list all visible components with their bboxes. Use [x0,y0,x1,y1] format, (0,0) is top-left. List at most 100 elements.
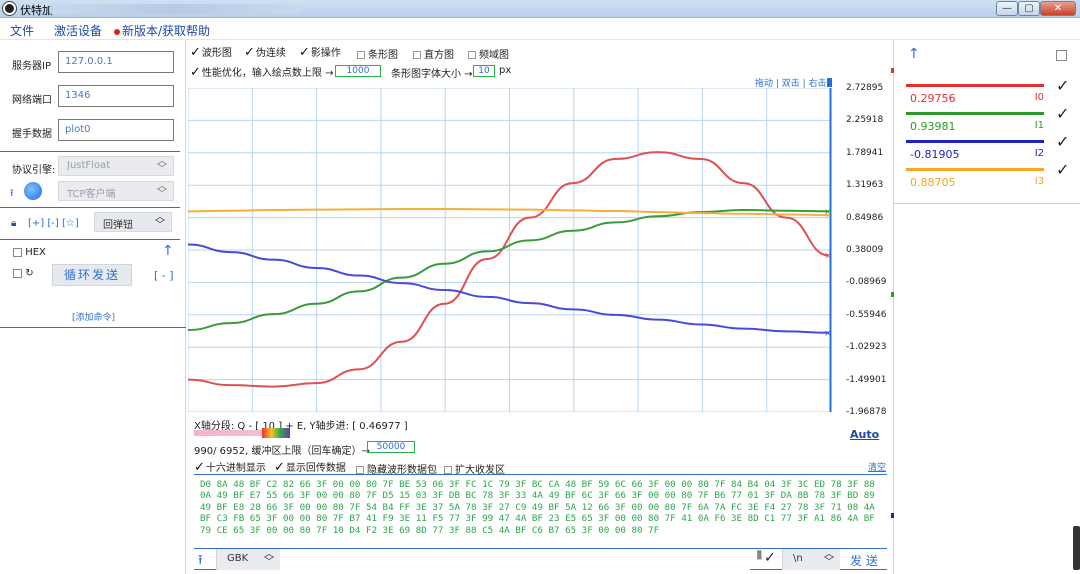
freq-domain-checkbox[interactable] [468,51,476,59]
legend-visibility-check-icon[interactable]: ✓ [1056,160,1069,179]
shadow-op-label: 影操作 [310,48,341,59]
px-label: px [499,65,512,76]
receive-data-area[interactable]: D0 8A 48 BF C2 82 66 3F 00 00 80 7F BE 5… [194,474,887,546]
connection-mode-select[interactable]: TCP客户端 ︿ ﹀ [58,181,174,201]
buffer-info: 990/ 6952, 缓冲区上限（回车确定）→ [194,446,370,457]
app-window: 伏特加 — ▢ ✕ 文件 激活设备 新版本/获取帮助 服务器IP 127.0.0… [0,0,1080,574]
menu-activate-device[interactable]: 激活设备 [54,22,102,39]
minimize-button[interactable]: — [996,1,1018,16]
y-tick-label: 2.72895 [846,83,884,93]
select-arrows-icon: ︿ ﹀ [157,181,167,200]
legend-visibility-check-icon[interactable]: ✓ [1056,76,1069,95]
hex-display-option[interactable]: ✓十六进制显示 [194,459,266,475]
plot-scroll-handle[interactable] [827,78,832,87]
send-input[interactable] [280,549,750,570]
send-check-icon[interactable]: ✓ [764,550,776,566]
waveform-chart[interactable]: ×××× [188,88,833,412]
legend-item[interactable]: 0.88705 I3 [906,168,1044,198]
remove-command-link[interactable]: [ - ] [154,269,174,282]
waveform-option[interactable]: ✓波形图 [190,44,232,60]
buffer-limit-value: 50000 [367,441,415,453]
server-ip-input[interactable]: 127.0.0.1 [58,51,174,73]
check-icon: ✓ [274,460,285,475]
port-label: 网络端口 [12,95,52,106]
select-arrows-icon: ︿ ﹀ [157,156,167,175]
freq-domain-option[interactable]: 频域图 [468,46,509,61]
perf-opt-label: 性能优化，输入绘点数上限 → [201,68,334,79]
perf-opt-option[interactable]: ✓性能优化，输入绘点数上限 → [190,64,333,80]
menu-update-help[interactable]: 新版本/获取帮助 [114,22,210,39]
lock-icon[interactable]: 🔒︎ [11,218,16,229]
bar-chart-checkbox[interactable] [357,51,365,59]
connect-arrow-icon[interactable]: ⭱ [10,186,14,203]
loop-send-button[interactable]: 循环发送 [52,264,132,286]
side-widget[interactable] [1073,526,1080,570]
perf-limit-value: 1000 [335,65,381,77]
series-end-marker-i0: × [824,252,832,262]
menu-bar: 文件 激活设备 新版本/获取帮助 [0,18,1080,40]
server-ip-label: 服务器IP [12,61,51,72]
legend-value: 0.93981 [910,120,956,133]
bar-chart-option[interactable]: 条形图 [357,46,398,61]
pseudo-continuous-option[interactable]: ✓伪连续 [244,44,286,60]
upload-icon[interactable]: ⭱ [198,551,203,573]
bar-font-label: 条形图字体大小 → [391,69,473,80]
series-end-marker-i2: × [824,329,832,339]
command-group-links[interactable]: [+] [-] [☆] [28,218,79,229]
splitter-handle[interactable]: ▮ [756,547,763,561]
blurred-title-region [50,4,300,14]
channel-marker-blue [891,513,894,518]
y-tick-label: -1.49901 [846,374,887,385]
menu-file[interactable]: 文件 [10,22,34,39]
encoding-value: GBK [227,553,249,564]
legend-visibility-check-icon[interactable]: ✓ [1056,104,1069,123]
legend-color-line [906,112,1044,115]
legend-color-line [906,168,1044,171]
legend-item[interactable]: -0.81905 I2 [906,140,1044,170]
legend-item[interactable]: 0.29756 I0 [906,84,1044,114]
hex-checkbox-row[interactable]: HEX [13,247,46,258]
legend-item[interactable]: 0.93981 I1 [906,112,1044,142]
expand-area-checkbox[interactable] [444,466,452,474]
bar-font-size-input[interactable]: 10 [473,65,495,77]
send-button[interactable]: 发 送 [850,552,878,569]
handshake-input[interactable]: plot0 [58,119,174,141]
y-tick-label: 1.78941 [846,147,884,158]
histogram-checkbox[interactable] [413,51,421,59]
checkbox[interactable] [1056,49,1067,61]
clear-link[interactable]: 清空 [868,460,886,473]
update-dot-icon [114,28,120,35]
loop-checkbox[interactable] [13,268,22,278]
slider-thumb[interactable] [262,428,290,438]
divider [0,151,180,152]
app-logo-icon [3,2,16,15]
line-ending-select[interactable]: \n ︿ ﹀ [782,549,840,570]
show-echo-option[interactable]: ✓显示回传数据 [274,459,346,475]
window-title: 伏特加 [20,4,53,17]
maximize-button[interactable]: ▢ [1018,1,1040,16]
refresh-icon: ↻ [25,268,34,279]
shadow-op-option[interactable]: ✓影操作 [299,44,341,60]
y-tick-label: -1.02923 [846,342,887,353]
perf-limit-input[interactable]: 1000 [335,65,381,77]
select-all-checkbox[interactable] [1056,48,1067,61]
protocol-select[interactable]: JustFloat ︿ ﹀ [58,156,174,176]
up-arrow-icon[interactable]: ↑ [162,243,174,259]
auto-scale-button[interactable]: Auto [850,428,879,441]
hide-packet-checkbox[interactable] [356,466,364,474]
legend-visibility-check-icon[interactable]: ✓ [1056,132,1069,151]
add-command-link[interactable]: [添加命令] [72,310,115,323]
port-input[interactable]: 1346 [58,85,174,107]
buffer-limit-input[interactable]: 50000 [367,441,415,453]
up-arrow-icon[interactable]: ↑ [908,46,920,62]
loop-checkbox-row[interactable]: ↻ [13,268,34,279]
connection-status-icon[interactable] [24,182,42,200]
waveform-label: 波形图 [201,48,232,59]
encoding-select[interactable]: GBK ︿ ﹀ [216,549,280,570]
histogram-option[interactable]: 直方图 [413,46,454,61]
close-button[interactable]: ✕ [1040,1,1076,16]
popup-button-select[interactable]: 回弹钮 ︿ ﹀ [94,212,172,232]
y-tick-label: 2.25918 [846,115,884,126]
divider [0,327,186,328]
hex-checkbox[interactable] [13,247,22,257]
